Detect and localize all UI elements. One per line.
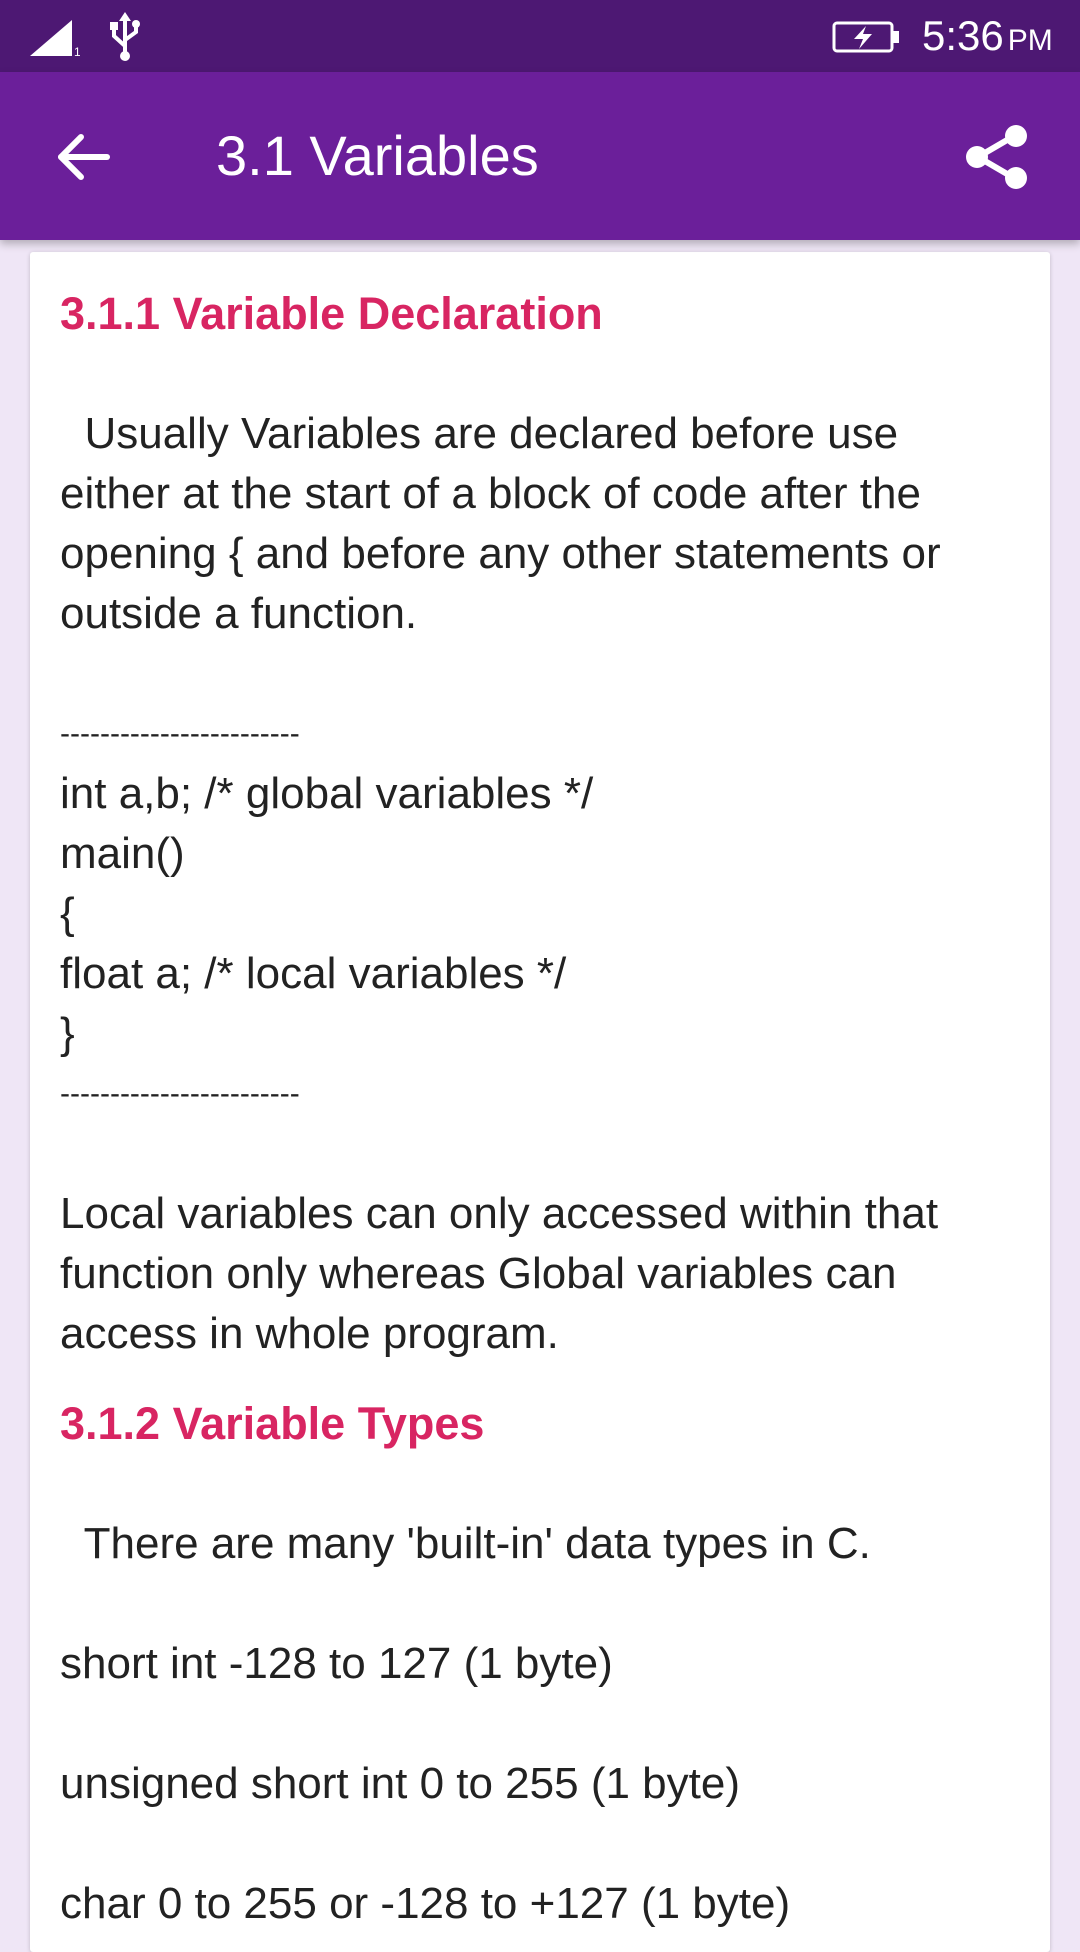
intro-line: outside a function.: [60, 589, 418, 638]
scope-line: function only whereas Global variables c…: [60, 1249, 897, 1298]
battery-charging-icon: [832, 21, 899, 53]
app-bar: 3.1 Variables: [0, 72, 1080, 240]
code-line: {: [60, 889, 75, 938]
back-arrow-icon: [58, 134, 110, 180]
type-line: char 0 to 255 or -128 to +127 (1 byte): [60, 1879, 791, 1928]
section-heading-types: 3.1.2 Variable Types: [60, 1398, 485, 1449]
code-line: int a,b; /* global variables */: [60, 769, 594, 818]
scope-line: access in whole program.: [60, 1309, 559, 1358]
sim-slot-label: 1: [74, 45, 80, 58]
code-line: float a; /* local variables */: [60, 949, 567, 998]
back-button[interactable]: [38, 112, 128, 202]
article-content: 3.1.1 Variable Declaration Usually Varia…: [60, 252, 1050, 1934]
code-line: main(): [60, 829, 185, 878]
code-line: }: [60, 1009, 75, 1058]
share-button[interactable]: [952, 112, 1042, 202]
type-line: unsigned short int 0 to 255 (1 byte): [60, 1759, 740, 1808]
separator-line: ------------------------: [60, 717, 300, 750]
page-title: 3.1 Variables: [216, 124, 539, 187]
section-heading-declaration: 3.1.1 Variable Declaration: [60, 288, 603, 339]
share-icon: [966, 125, 1027, 189]
status-clock: 5:36 PM: [922, 10, 1053, 67]
clock-ampm: PM: [1007, 24, 1053, 57]
usb-icon: [110, 12, 140, 61]
intro-line: Usually Variables are declared before us…: [60, 409, 899, 458]
type-line: short int -128 to 127 (1 byte): [60, 1639, 613, 1688]
status-bar: 1 5:36 PM: [0, 0, 1080, 72]
separator-line: ------------------------: [60, 1077, 300, 1110]
signal-icon: 1: [30, 20, 80, 58]
scope-paragraph: Local variables can only accessed within…: [60, 1184, 1050, 1364]
code-example: ------------------------ int a,b; /* glo…: [60, 704, 1050, 1124]
scope-line: Local variables can only accessed within…: [60, 1189, 939, 1238]
content-card: 3.1.1 Variable Declaration Usually Varia…: [30, 252, 1050, 1952]
types-intro: There are many 'built-in' data types in …: [60, 1519, 871, 1568]
intro-line: opening { and before any other statement…: [60, 529, 941, 578]
intro-line: either at the start of a block of code a…: [60, 469, 921, 518]
clock-time: 5:36: [922, 12, 1004, 59]
intro-paragraph: Usually Variables are declared before us…: [60, 404, 1050, 644]
